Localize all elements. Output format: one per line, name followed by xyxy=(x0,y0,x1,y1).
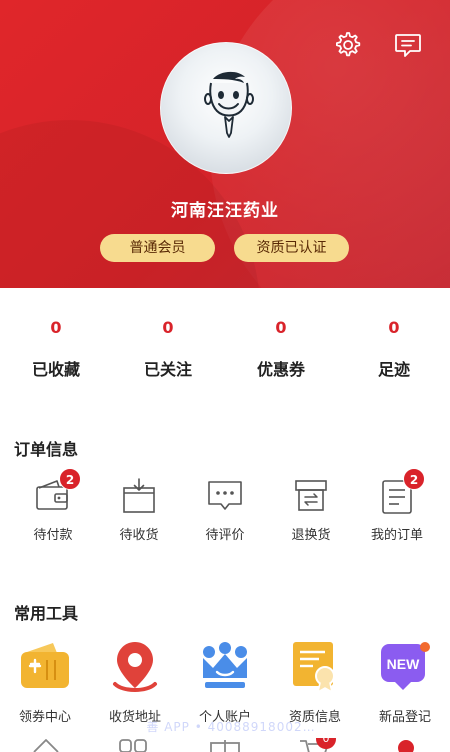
count-badge: 2 xyxy=(403,468,425,490)
stat-label: 已关注 xyxy=(143,360,192,379)
location-pin-icon xyxy=(113,642,157,693)
stat-value: 0 xyxy=(275,318,287,337)
order-returns[interactable]: 退换货 xyxy=(266,476,356,548)
tab-home[interactable] xyxy=(26,738,66,752)
count-badge: 2 xyxy=(59,468,81,490)
tools-section-title: 常用工具 xyxy=(14,604,79,623)
stats-bar: 0 已收藏 0 已关注 0 优惠券 0 足迹 xyxy=(0,288,450,398)
order-label: 待付款 xyxy=(33,528,73,543)
tool-personal-account[interactable]: 个人账户 xyxy=(180,638,270,728)
return-icon xyxy=(295,480,327,511)
member-level-badge[interactable]: 普通会员 xyxy=(100,234,215,262)
stat-label: 优惠券 xyxy=(256,360,305,379)
watermark: 善 APP • 40088918002… xyxy=(146,720,316,734)
tool-label: 领券中心 xyxy=(18,710,71,725)
crown-account-icon xyxy=(203,642,247,688)
tool-coupon-center[interactable]: 领券中心 xyxy=(0,638,90,728)
gift-icon xyxy=(210,740,240,752)
message-button[interactable] xyxy=(391,28,425,62)
order-pending-payment[interactable]: 2 待付款 xyxy=(8,468,98,548)
comment-icon xyxy=(208,481,242,510)
avatar[interactable] xyxy=(160,42,292,174)
orders-section-title: 订单信息 xyxy=(14,440,79,459)
stat-value: 0 xyxy=(162,318,174,337)
order-label: 待评价 xyxy=(205,528,245,543)
profile-header: 河南汪汪药业 普通会员 资质已认证 xyxy=(0,0,450,288)
new-badge-icon: NEW xyxy=(381,642,430,690)
badge-row: 普通会员 资质已认证 xyxy=(0,234,450,264)
tab-mine[interactable] xyxy=(386,738,426,752)
gear-icon xyxy=(336,32,361,57)
stat-label: 已收藏 xyxy=(31,360,80,379)
order-pending-receipt[interactable]: 待收货 xyxy=(94,476,184,548)
new-badge-text: NEW xyxy=(387,656,420,672)
stat-label: 足迹 xyxy=(377,360,410,379)
tool-qualification-info[interactable]: 资质信息 xyxy=(270,638,360,728)
order-label: 待收货 xyxy=(119,528,159,543)
bottom-tabbar: 0 xyxy=(0,738,450,752)
order-label: 我的订单 xyxy=(370,528,423,543)
tab-cart[interactable]: 0 xyxy=(296,738,336,752)
company-name: 河南汪汪药业 xyxy=(171,201,279,221)
order-label: 退换货 xyxy=(291,528,331,543)
settings-button[interactable] xyxy=(330,28,364,62)
order-pending-review[interactable]: 待评价 xyxy=(180,476,270,548)
stat-footprint[interactable]: 0 足迹 xyxy=(338,318,450,380)
user-icon xyxy=(398,740,414,752)
package-icon xyxy=(123,478,155,513)
stat-favorites[interactable]: 0 已收藏 xyxy=(0,318,112,380)
certification-badge[interactable]: 资质已认证 xyxy=(234,234,349,262)
category-icon xyxy=(119,739,147,752)
tool-label: 新品登记 xyxy=(378,710,431,725)
stat-value: 0 xyxy=(388,318,400,337)
certificate-icon xyxy=(293,642,335,694)
stat-following[interactable]: 0 已关注 xyxy=(112,318,224,380)
tool-new-product-registration[interactable]: NEW 新品登记 xyxy=(360,638,450,728)
home-icon xyxy=(33,739,59,752)
tab-category[interactable] xyxy=(114,738,154,752)
cartoon-avatar-icon xyxy=(204,71,254,138)
order-my-orders[interactable]: 2 我的订单 xyxy=(352,468,442,548)
stat-value: 0 xyxy=(50,318,62,337)
stat-coupons[interactable]: 0 优惠券 xyxy=(225,318,337,380)
tab-gift[interactable] xyxy=(205,738,245,752)
tool-shipping-address[interactable]: 收货地址 xyxy=(90,638,180,728)
coupon-wallet-icon xyxy=(21,643,69,688)
message-icon xyxy=(395,34,421,57)
